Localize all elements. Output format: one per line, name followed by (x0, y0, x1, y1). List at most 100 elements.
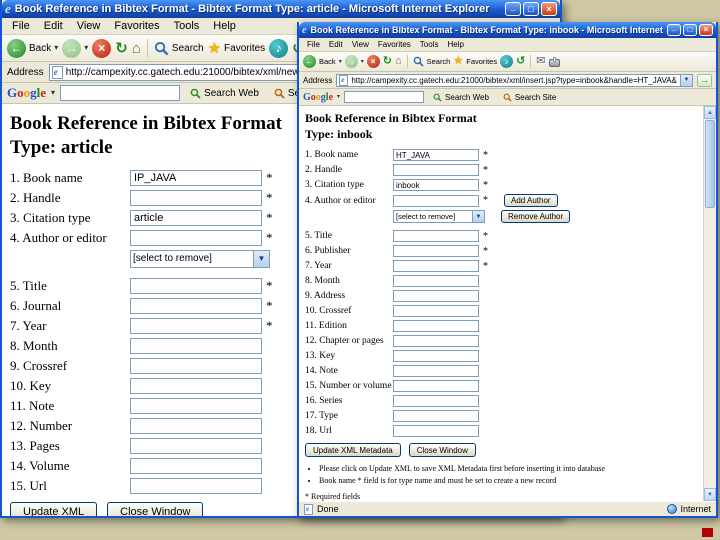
field-input[interactable] (393, 245, 479, 258)
field-input[interactable] (393, 395, 479, 408)
field-input[interactable] (130, 297, 262, 314)
mail-button[interactable] (536, 56, 545, 67)
menu-item[interactable]: Tools (416, 39, 443, 50)
field-input[interactable] (393, 275, 479, 288)
google-search-input[interactable] (60, 85, 181, 101)
menu-item[interactable]: Help (207, 19, 242, 33)
update-xml-button[interactable]: Update XML (10, 501, 98, 516)
vertical-scrollbar[interactable] (703, 106, 716, 501)
field-input[interactable] (130, 317, 262, 334)
back-dropdown-icon[interactable] (54, 44, 58, 52)
maximize-button[interactable] (683, 24, 697, 36)
home-button[interactable] (132, 41, 141, 56)
remove-author-select[interactable]: [select to remove] (393, 210, 485, 224)
scrollbar-track[interactable] (704, 209, 716, 488)
scroll-down-arrow[interactable] (704, 488, 716, 501)
field-input[interactable] (393, 290, 479, 303)
back-button[interactable]: Back (303, 55, 342, 68)
menu-item[interactable]: Help (443, 39, 467, 50)
google-dropdown-icon[interactable] (51, 89, 55, 97)
google-search-input[interactable] (344, 91, 425, 103)
forward-dropdown-icon[interactable] (361, 59, 364, 65)
field-input[interactable] (130, 169, 262, 186)
back-dropdown-icon[interactable] (339, 59, 342, 65)
menu-item[interactable]: Edit (325, 39, 347, 50)
menu-item[interactable]: View (348, 39, 373, 50)
field-input[interactable] (393, 164, 479, 177)
menu-item[interactable]: Favorites (374, 39, 415, 50)
forward-button[interactable] (62, 38, 88, 58)
stop-button[interactable] (92, 38, 112, 58)
home-button[interactable] (395, 56, 402, 67)
field-input[interactable] (393, 260, 479, 273)
stop-button[interactable] (366, 55, 380, 68)
remove-author-button[interactable]: Remove Author (501, 210, 571, 224)
field-input[interactable] (130, 337, 262, 354)
favorites-button[interactable]: Favorites (208, 41, 265, 56)
menu-item[interactable]: File (303, 39, 324, 50)
field-input[interactable] (130, 437, 262, 454)
go-button[interactable] (697, 73, 712, 87)
field-input[interactable] (393, 179, 479, 192)
menu-item[interactable]: Favorites (108, 19, 165, 33)
forward-button[interactable] (344, 55, 364, 68)
refresh-button[interactable] (383, 56, 392, 67)
field-input[interactable] (130, 189, 262, 206)
refresh-button[interactable] (115, 41, 128, 56)
close-button[interactable] (541, 2, 557, 16)
menu-item[interactable]: Tools (168, 19, 206, 33)
field-input[interactable] (393, 320, 479, 333)
minimize-button[interactable] (505, 2, 521, 16)
google-search-web-button[interactable]: Search Web (428, 91, 494, 104)
search-button[interactable]: Search (154, 41, 204, 56)
search-button[interactable]: Search (413, 56, 450, 67)
field-input[interactable] (393, 230, 479, 243)
media-button[interactable] (500, 55, 514, 68)
field-input[interactable] (130, 397, 262, 414)
update-xml-metadata-button[interactable]: Update XML Metadata (305, 443, 401, 458)
media-button[interactable] (269, 38, 289, 58)
internet-zone-icon (667, 504, 678, 514)
history-button[interactable] (516, 56, 525, 67)
close-window-button[interactable]: Close Window (107, 501, 204, 516)
back-button[interactable]: Back (7, 38, 58, 58)
add-author-button[interactable]: Add Author (504, 194, 558, 208)
menu-item[interactable]: View (71, 19, 107, 33)
forward-dropdown-icon[interactable] (84, 44, 88, 52)
field-input[interactable] (130, 357, 262, 374)
field-input[interactable] (393, 410, 479, 423)
field-input[interactable] (130, 377, 262, 394)
author-input[interactable] (393, 194, 479, 207)
field-input[interactable] (393, 335, 479, 348)
google-dropdown-icon[interactable] (337, 94, 340, 100)
title-bar[interactable]: Book Reference in Bibtex Format - Bibtex… (2, 0, 560, 18)
field-input[interactable] (130, 229, 262, 246)
favorites-button[interactable]: Favorites (453, 56, 497, 67)
scrollbar-thumb[interactable] (705, 120, 715, 208)
field-input[interactable] (393, 380, 479, 393)
menu-item[interactable]: Edit (38, 19, 69, 33)
scroll-up-arrow[interactable] (704, 106, 716, 119)
maximize-button[interactable] (523, 2, 539, 16)
field-input[interactable] (130, 477, 262, 494)
print-button[interactable] (548, 56, 560, 67)
field-input[interactable] (393, 350, 479, 363)
google-search-web-button[interactable]: Search Web (185, 86, 264, 101)
address-input[interactable]: http://campexity.cc.gatech.edu:21000/bib… (336, 73, 693, 87)
close-window-button[interactable]: Close Window (408, 443, 476, 458)
field-input[interactable] (130, 457, 262, 474)
remove-author-select[interactable]: [select to remove] (130, 249, 270, 268)
close-button[interactable] (699, 24, 713, 36)
field-input[interactable] (130, 277, 262, 294)
field-input[interactable] (130, 417, 262, 434)
address-dropdown-icon[interactable] (680, 74, 692, 86)
google-search-site-button[interactable]: Search Site (498, 91, 561, 104)
title-bar[interactable]: Book Reference in Bibtex Format - Bibtex… (299, 22, 716, 38)
menu-item[interactable]: File (6, 19, 36, 33)
field-input[interactable] (130, 209, 262, 226)
field-input[interactable] (393, 365, 479, 378)
field-input[interactable] (393, 305, 479, 318)
field-input[interactable] (393, 149, 479, 162)
minimize-button[interactable] (667, 24, 681, 36)
field-input[interactable] (393, 425, 479, 438)
